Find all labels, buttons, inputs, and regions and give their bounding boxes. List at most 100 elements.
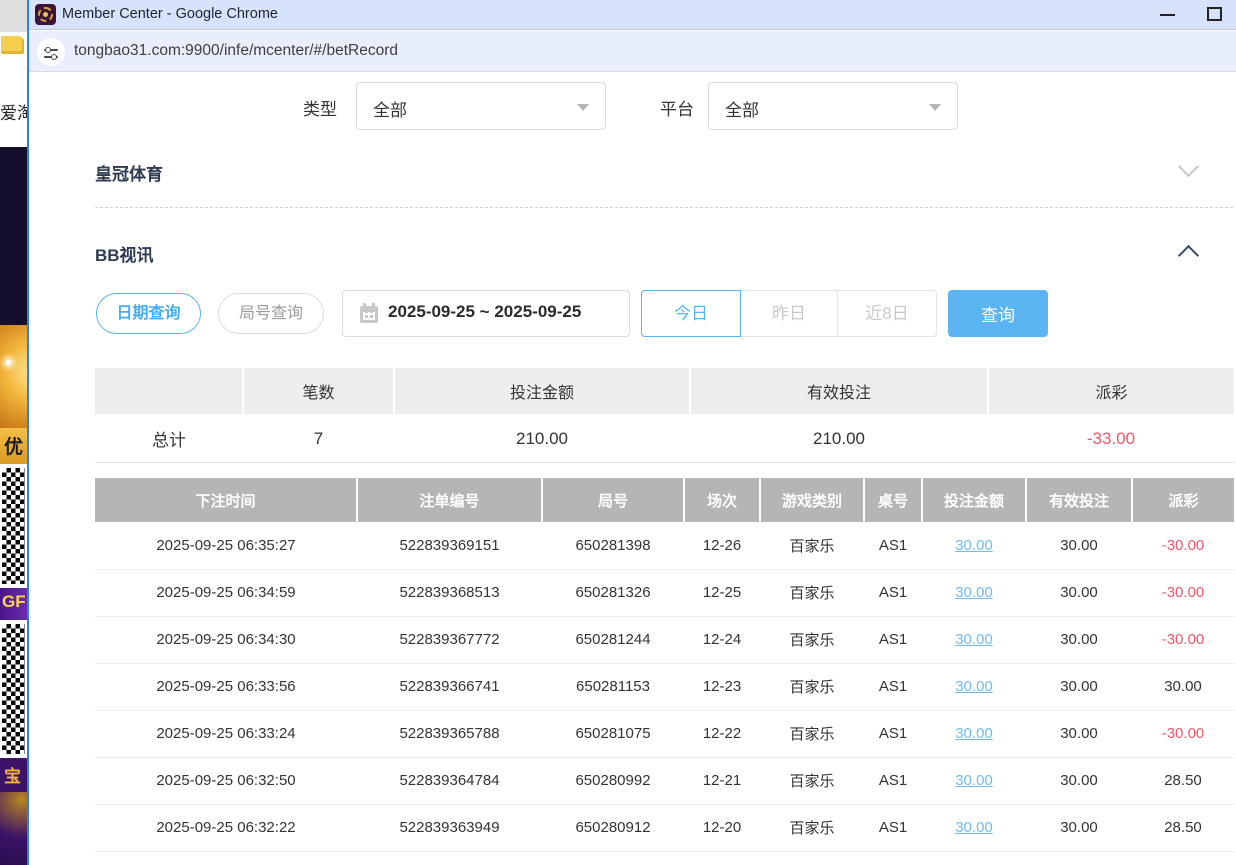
bet-amount-header: 投注金额	[922, 478, 1026, 522]
round-no-cell: 650281075	[542, 710, 684, 757]
type-select[interactable]: 全部	[356, 82, 606, 130]
round-no-cell: 650281398	[542, 522, 684, 569]
calendar-icon	[360, 306, 378, 323]
summary-payout: -33.00	[988, 415, 1234, 462]
summary-header-bet-amount: 投注金额	[394, 368, 690, 415]
summary-total-label: 总计	[95, 415, 243, 462]
summary-table: 笔数 投注金额 有效投注 派彩 总计 7 210.00 210.00 -33.0…	[95, 368, 1234, 463]
bet-amount-cell: 30.00	[922, 804, 1026, 851]
platform-select[interactable]: 全部	[708, 82, 958, 130]
table-no-cell: AS1	[864, 663, 922, 710]
session-cell: 12-24	[684, 616, 760, 663]
site-settings-icon[interactable]	[37, 38, 65, 66]
chevron-down-icon[interactable]	[1178, 156, 1199, 177]
table-no-cell: AS1	[864, 616, 922, 663]
bet-amount-cell: 30.00	[922, 522, 1026, 569]
payout-cell: 28.50	[1132, 804, 1234, 851]
valid-bet-cell: 30.00	[1026, 616, 1132, 663]
bet-time-cell: 2025-09-25 06:33:56	[95, 663, 357, 710]
minimize-icon	[1160, 14, 1175, 16]
bet-amount-cell: 30.00	[922, 757, 1026, 804]
chevron-up-icon[interactable]	[1178, 245, 1199, 266]
table-row: 2025-09-25 06:32:22522839363949650280912…	[95, 804, 1234, 851]
address-bar[interactable]: tongbao31.com:9900/infe/mcenter/#/betRec…	[29, 31, 1236, 72]
valid-bet-cell: 30.00	[1026, 569, 1132, 616]
search-button[interactable]: 查询	[948, 290, 1048, 337]
valid-bet-cell: 30.00	[1026, 804, 1132, 851]
summary-count: 7	[243, 415, 394, 462]
page-content: 类型 全部 平台 全部 皇冠体育 BB视讯 日期查询 局号查询 2025-09-…	[29, 73, 1236, 865]
order-no-cell: 522839368513	[357, 569, 542, 616]
game-type-cell: 百家乐	[760, 663, 864, 710]
summary-header-count: 笔数	[243, 368, 394, 415]
summary-valid-bet: 210.00	[690, 415, 988, 462]
background-window-strip: 爱淘 优 GF 宝	[0, 0, 27, 865]
game-type-header: 游戏类别	[760, 478, 864, 522]
bet-amount-cell: 30.00	[922, 616, 1026, 663]
round-no-cell: 650280992	[542, 757, 684, 804]
last-8-days-button[interactable]: 近8日	[838, 290, 937, 337]
valid-bet-cell: 30.00	[1026, 663, 1132, 710]
payout-header: 派彩	[1132, 478, 1234, 522]
table-no-cell: AS1	[864, 757, 922, 804]
session-cell: 12-21	[684, 757, 760, 804]
maximize-button[interactable]	[1196, 0, 1236, 30]
table-row: 2025-09-25 06:33:56522839366741650281153…	[95, 663, 1234, 710]
bet-amount-link[interactable]: 30.00	[955, 537, 993, 554]
bet-amount-link[interactable]: 30.00	[955, 772, 993, 789]
summary-total-row: 总计 7 210.00 210.00 -33.00	[95, 415, 1234, 462]
order-no-header: 注单编号	[357, 478, 542, 522]
game-type-cell: 百家乐	[760, 804, 864, 851]
session-cell: 12-20	[684, 804, 760, 851]
round-no-cell: 650281326	[542, 569, 684, 616]
bet-time-cell: 2025-09-25 06:33:24	[95, 710, 357, 757]
date-range-value: 2025-09-25 ~ 2025-09-25	[388, 302, 581, 322]
url-text[interactable]: tongbao31.com:9900/infe/mcenter/#/betRec…	[74, 42, 398, 60]
background-taskbar-fragment	[0, 0, 27, 32]
order-no-cell: 522839367772	[357, 616, 542, 663]
caret-down-icon	[577, 104, 589, 111]
qr-code-fragment	[0, 464, 27, 588]
session-cell: 12-22	[684, 710, 760, 757]
table-no-cell: AS1	[864, 710, 922, 757]
table-no-cell: AS1	[864, 804, 922, 851]
round-query-tab[interactable]: 局号查询	[218, 293, 324, 334]
bet-amount-link[interactable]: 30.00	[955, 725, 993, 742]
casino-chip-favicon-icon	[35, 4, 56, 25]
background-text-fragment: 宝	[4, 762, 21, 787]
yesterday-button[interactable]: 昨日	[741, 290, 838, 337]
round-no-cell: 650280912	[542, 804, 684, 851]
screen: 爱淘 优 GF 宝 Member Center - Google Chrome …	[0, 0, 1236, 865]
session-header: 场次	[684, 478, 760, 522]
session-cell: 12-23	[684, 663, 760, 710]
order-no-cell: 522839365788	[357, 710, 542, 757]
bet-amount-link[interactable]: 30.00	[955, 584, 993, 601]
minimize-button[interactable]	[1148, 0, 1188, 30]
date-query-tab[interactable]: 日期查询	[96, 293, 201, 334]
bet-amount-link[interactable]: 30.00	[955, 631, 993, 648]
background-banner-dark	[0, 147, 27, 325]
bet-amount-link[interactable]: 30.00	[955, 678, 993, 695]
platform-select-value: 全部	[725, 96, 759, 121]
payout-cell: -30.00	[1132, 710, 1234, 757]
platform-filter-label: 平台	[660, 95, 694, 120]
bet-amount-link[interactable]: 30.00	[955, 819, 993, 836]
table-row: 2025-09-25 06:34:30522839367772650281244…	[95, 616, 1234, 663]
valid-bet-cell: 30.00	[1026, 710, 1132, 757]
game-type-cell: 百家乐	[760, 616, 864, 663]
bet-table-header-row: 下注时间注单编号局号场次游戏类别桌号投注金额有效投注派彩	[95, 478, 1234, 522]
bet-amount-cell: 30.00	[922, 710, 1026, 757]
payout-cell: -30.00	[1132, 522, 1234, 569]
table-no-cell: AS1	[864, 569, 922, 616]
bet-time-cell: 2025-09-25 06:34:59	[95, 569, 357, 616]
round-no-cell: 650281153	[542, 663, 684, 710]
background-banner-gold	[0, 325, 27, 428]
date-range-picker[interactable]: 2025-09-25 ~ 2025-09-25	[342, 290, 630, 337]
folder-icon	[1, 36, 24, 54]
order-no-cell: 522839366741	[357, 663, 542, 710]
today-button[interactable]: 今日	[641, 290, 741, 337]
session-cell: 12-25	[684, 569, 760, 616]
bet-time-cell: 2025-09-25 06:32:50	[95, 757, 357, 804]
background-text-fragment: 优	[4, 432, 23, 459]
game-type-cell: 百家乐	[760, 710, 864, 757]
